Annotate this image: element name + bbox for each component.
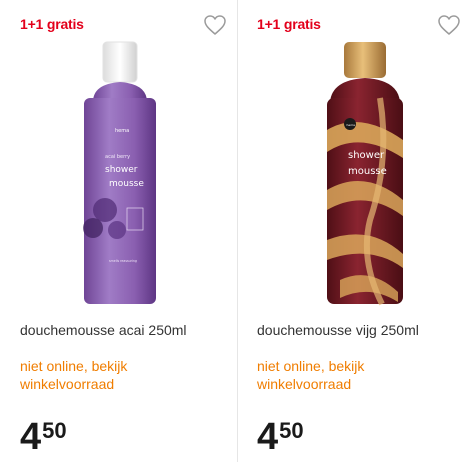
promo-badge: 1+1 gratis [257,16,321,32]
product-card[interactable]: 1+1 gratis [238,0,475,462]
can-line2-text: mousse [348,166,387,177]
can-line1-text: shower [105,165,138,175]
price-cents: 50 [279,418,304,443]
availability-link[interactable]: niet online, bekijk winkelvoorraad [20,357,220,393]
product-image[interactable]: hema acai berry shower mousse smells rea… [75,40,165,308]
price-euros: 4 [257,416,279,458]
can-line2-text: mousse [109,179,144,189]
product-image[interactable]: hema shower mousse [320,40,410,308]
can-small-text: smells reassuring [109,259,137,263]
heart-icon[interactable] [437,14,461,36]
availability-link[interactable]: niet online, bekijk winkelvoorraad [257,357,457,393]
price-cents: 50 [42,418,67,443]
can-flavor-text: acai berry [105,154,130,160]
promo-badge: 1+1 gratis [20,16,84,32]
price: 450 [20,418,67,458]
price: 450 [257,418,304,458]
can-brand-text: hema [347,123,356,127]
can-brand-text: hema [115,128,129,134]
can-line1-text: shower [348,150,385,161]
product-grid: 1+1 gratis hema acai berry shower mousse… [0,0,475,462]
product-name[interactable]: douchemousse vijg 250ml [257,322,419,338]
product-card[interactable]: 1+1 gratis [0,0,238,462]
heart-icon[interactable] [203,14,227,36]
price-euros: 4 [20,416,42,458]
product-name[interactable]: douchemousse acai 250ml [20,322,187,338]
